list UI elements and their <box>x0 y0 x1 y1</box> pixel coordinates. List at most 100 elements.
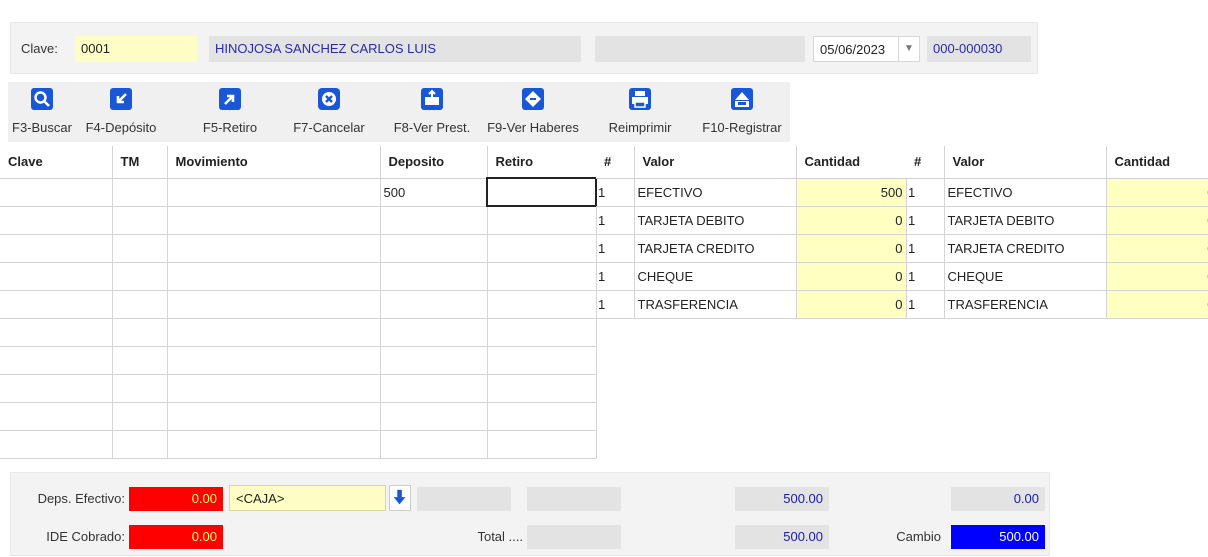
payment-row: 1EFECTIVO0 <box>906 178 1208 207</box>
register-button[interactable]: F10-Registrar <box>696 82 788 142</box>
movements-table: Clave TM Movimiento Deposito Retiro 500 <box>0 146 597 459</box>
view-loans-button[interactable]: F8-Ver Prest. <box>384 82 480 142</box>
movement-row <box>0 402 597 431</box>
movement-cell[interactable] <box>487 402 597 431</box>
movement-cell[interactable] <box>0 346 113 375</box>
payment-num-cell: 1 <box>596 262 635 291</box>
movement-cell[interactable] <box>167 206 381 235</box>
view-holdings-button[interactable]: F9-Ver Haberes <box>480 82 586 142</box>
movement-cell[interactable] <box>167 402 381 431</box>
col-header-valor: Valor <box>944 146 1107 179</box>
payment-num-cell: 1 <box>906 234 945 263</box>
withdraw-button-label: F5-Retiro <box>202 120 258 135</box>
col-header-num: # <box>596 146 635 179</box>
movement-cell[interactable] <box>380 318 488 347</box>
clave-input[interactable]: 0001 <box>75 36 197 62</box>
withdraw-arrow-icon <box>219 88 241 110</box>
movement-cell[interactable] <box>487 206 597 235</box>
movement-cell[interactable] <box>487 430 597 459</box>
payments-table-right: # Valor Cantidad 1EFECTIVO01TARJETA DEBI… <box>906 146 1208 319</box>
payment-cantidad-input[interactable]: 0 <box>796 290 907 319</box>
movement-cell[interactable] <box>167 262 381 291</box>
reprint-button-label: Reimprimir <box>608 120 672 135</box>
movement-cell[interactable] <box>487 290 597 319</box>
search-button[interactable]: F3-Buscar <box>8 82 76 142</box>
movement-cell[interactable] <box>167 290 381 319</box>
movement-cell[interactable] <box>487 234 597 263</box>
payment-cantidad-input[interactable]: 500 <box>796 178 907 207</box>
payment-valor-cell: TARJETA DEBITO <box>634 206 797 235</box>
movement-cell[interactable] <box>380 374 488 403</box>
date-dropdown-icon[interactable]: ▼ <box>898 36 920 62</box>
payment-row: 1TRASFERENCIA0 <box>596 290 907 319</box>
movement-cell[interactable] <box>380 346 488 375</box>
payment-cantidad-input[interactable]: 0 <box>1106 234 1208 263</box>
movement-cell[interactable] <box>167 374 381 403</box>
withdraw-button[interactable]: F5-Retiro <box>196 82 264 142</box>
movement-cell[interactable] <box>487 318 597 347</box>
payment-cantidad-input[interactable]: 0 <box>796 262 907 291</box>
movement-cell[interactable] <box>112 290 168 319</box>
movement-cell[interactable] <box>0 178 113 207</box>
movement-cell[interactable] <box>487 374 597 403</box>
movement-cell[interactable] <box>0 402 113 431</box>
toolbar: F3-Buscar F4-Depósito F5-Retiro F7-Cance… <box>8 82 790 142</box>
movement-cell[interactable] <box>487 262 597 291</box>
payment-cantidad-input[interactable]: 0 <box>1106 262 1208 291</box>
movement-cell[interactable] <box>380 206 488 235</box>
movement-cell[interactable] <box>112 318 168 347</box>
movement-cell[interactable] <box>0 318 113 347</box>
retiro-input-active[interactable] <box>486 177 597 207</box>
movement-row: 500 <box>0 177 597 207</box>
movement-cell[interactable] <box>0 206 113 235</box>
payment-valor-cell: EFECTIVO <box>944 178 1107 207</box>
movement-cell[interactable] <box>167 234 381 263</box>
payment-cantidad-input[interactable]: 0 <box>1106 178 1208 207</box>
deposit-button[interactable]: F4-Depósito <box>78 82 164 142</box>
payment-num-cell: 1 <box>906 290 945 319</box>
movement-cell[interactable] <box>380 290 488 319</box>
movement-cell[interactable] <box>380 430 488 459</box>
clave-label: Clave: <box>21 41 58 56</box>
movement-cell[interactable] <box>0 290 113 319</box>
movement-cell[interactable] <box>167 178 381 207</box>
date-input[interactable]: 05/06/2023 <box>813 36 899 62</box>
payment-cantidad-input[interactable]: 0 <box>796 206 907 235</box>
movement-cell[interactable] <box>112 206 168 235</box>
caja-dropdown-button[interactable] <box>389 485 411 511</box>
movement-cell[interactable] <box>380 402 488 431</box>
payment-cantidad-input[interactable]: 0 <box>1106 290 1208 319</box>
movement-cell[interactable] <box>112 430 168 459</box>
movement-cell[interactable]: 500 <box>380 178 488 207</box>
movement-cell[interactable] <box>487 346 597 375</box>
movement-cell[interactable] <box>112 346 168 375</box>
movement-cell[interactable] <box>112 402 168 431</box>
payment-cantidad-input[interactable]: 0 <box>796 234 907 263</box>
caja-select[interactable]: <CAJA> <box>229 485 386 511</box>
sum-field-2: 500.00 <box>735 525 829 549</box>
printer-icon <box>629 88 651 110</box>
movement-cell[interactable] <box>0 374 113 403</box>
reprint-button[interactable]: Reimprimir <box>596 82 684 142</box>
movement-cell[interactable] <box>112 374 168 403</box>
folio-field: 000-000030 <box>927 36 1031 62</box>
payment-cantidad-input[interactable]: 0 <box>1106 206 1208 235</box>
movement-cell[interactable] <box>0 430 113 459</box>
movement-cell[interactable] <box>0 234 113 263</box>
movement-cell[interactable] <box>167 346 381 375</box>
movement-cell[interactable] <box>167 430 381 459</box>
movement-cell[interactable] <box>112 178 168 207</box>
movement-cell[interactable] <box>112 262 168 291</box>
payment-valor-cell: CHEQUE <box>634 262 797 291</box>
cancel-button[interactable]: F7-Cancelar <box>284 82 374 142</box>
movement-row <box>0 290 597 319</box>
movement-cell[interactable] <box>167 318 381 347</box>
movement-cell[interactable] <box>112 234 168 263</box>
payment-valor-cell: CHEQUE <box>944 262 1107 291</box>
movement-cell[interactable] <box>0 262 113 291</box>
payment-row: 1TARJETA DEBITO0 <box>906 206 1208 235</box>
search-icon <box>31 88 53 110</box>
movement-cell[interactable] <box>380 234 488 263</box>
footer-field-blank-1 <box>417 487 511 511</box>
movement-cell[interactable] <box>380 262 488 291</box>
